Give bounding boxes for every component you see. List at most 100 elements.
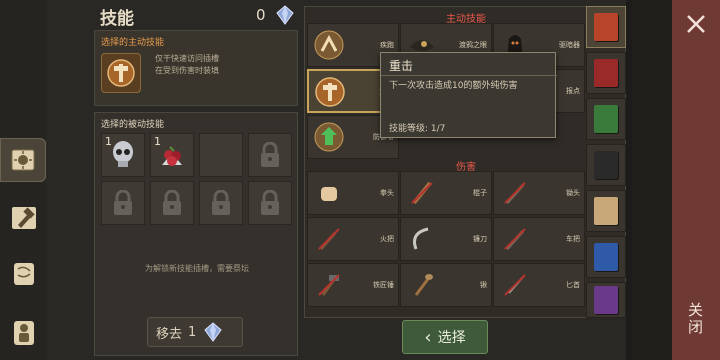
skill-name: 车把	[566, 235, 580, 243]
skill-name: 铁匠锤	[373, 281, 394, 289]
stick-icon	[411, 181, 433, 205]
lock-icon	[114, 190, 132, 215]
lock-icon	[163, 190, 181, 215]
skill-cell[interactable]: 锄头	[493, 171, 585, 215]
fist-icon	[321, 187, 337, 201]
sprint-icon	[314, 30, 344, 60]
category-tab[interactable]	[586, 98, 626, 140]
tooltip-title: 重击	[389, 59, 414, 73]
passive-slot-locked[interactable]	[101, 181, 145, 225]
category-tab[interactable]	[586, 236, 626, 278]
selected-active-description: 仅干快速访问插槽 在受到伤害时装填	[155, 53, 295, 77]
remove-count: 1	[188, 324, 197, 340]
select-button[interactable]: ‹ 选择	[402, 320, 488, 354]
defender-icon	[314, 122, 344, 152]
red-book-icon	[594, 13, 618, 41]
heavy-strike-icon	[315, 77, 345, 107]
tooltip-level: 技能等级: 1/7	[389, 124, 446, 134]
close-icon[interactable]	[684, 12, 708, 36]
category-tab[interactable]	[586, 144, 626, 186]
tab-character[interactable]	[2, 310, 46, 354]
tooltip-description: 下一次攻击造成10的额外纯伤害	[389, 81, 518, 91]
desc-line-2: 在受到伤害时装填	[155, 66, 219, 75]
tooltip-divider	[381, 75, 557, 76]
sickle-icon	[413, 227, 429, 250]
heavy-strike-icon	[107, 59, 135, 87]
desc-line-1: 仅干快速访问插槽	[155, 54, 219, 63]
category-tab[interactable]	[586, 190, 626, 232]
shovel-icon	[414, 274, 433, 296]
tab-crafting[interactable]	[2, 196, 46, 240]
selected-active-header: 选择的主动技能	[101, 38, 165, 48]
skill-name: 棍子	[473, 189, 487, 197]
skull-icon	[113, 141, 133, 167]
lock-icon	[261, 190, 279, 215]
skill-name: 火把	[380, 235, 394, 243]
category-tab[interactable]	[586, 52, 626, 94]
skill-name: 镰刀	[473, 235, 487, 243]
skill-name: 匕首	[566, 281, 580, 289]
torch-icon	[318, 228, 340, 250]
skill-name: 渡鸦之眼	[459, 41, 487, 49]
select-label: 选择	[437, 330, 466, 346]
passive-slot-locked[interactable]	[248, 181, 292, 225]
tab-map[interactable]	[2, 252, 46, 296]
close-panel[interactable]: 关闭	[672, 0, 720, 360]
passive-header: 选择的被动技能	[101, 120, 165, 130]
skill-name: 疾跑	[380, 41, 394, 49]
remove-label: 移去	[156, 326, 183, 342]
slot-count: 1	[105, 135, 112, 148]
passive-slot-locked[interactable]	[248, 133, 292, 177]
skill-name: 驱暗器	[559, 41, 580, 49]
green-book-icon	[594, 105, 618, 133]
chevron-left-icon: ‹	[424, 326, 432, 348]
skill-name: 锄头	[566, 189, 580, 197]
category-tab[interactable]	[586, 282, 626, 318]
remove-button[interactable]: 移去 1	[147, 317, 243, 347]
handle-icon	[504, 228, 526, 250]
category-tabs	[586, 6, 626, 318]
crystal-gem-icon	[276, 5, 294, 25]
mask-book-icon	[594, 151, 618, 179]
passive-slot-empty[interactable]	[199, 133, 243, 177]
lock-icon	[261, 142, 279, 167]
page-title: 技能	[100, 9, 134, 29]
skill-cell[interactable]: 车把	[493, 217, 585, 261]
skill-cell[interactable]: 拳头	[307, 171, 399, 215]
tab-skills[interactable]	[0, 138, 46, 182]
passive-slot[interactable]: 1	[150, 133, 194, 177]
sun-book-icon	[11, 149, 35, 171]
blue-book-icon	[594, 243, 618, 271]
close-label: 关闭	[686, 302, 704, 336]
lock-icon	[212, 190, 230, 215]
skill-cell[interactable]: 火把	[307, 217, 399, 261]
skill-cell[interactable]: 锹	[400, 263, 492, 307]
skill-cell[interactable]: 棍子	[400, 171, 492, 215]
selected-active-slot[interactable]	[101, 53, 141, 93]
selected-active-skill-panel: 选择的主动技能 仅干快速访问插槽 在受到伤害时装填	[94, 30, 298, 106]
purple-book-icon	[594, 286, 618, 314]
skill-name: 拳头	[380, 189, 394, 197]
passive-slot[interactable]: 1	[101, 133, 145, 177]
category-tab[interactable]	[586, 6, 626, 48]
skill-cell[interactable]: 镰刀	[400, 217, 492, 261]
passive-skills-panel: 选择的被动技能 1 1 为解锁新技能插槽，需要祭坛 移去 1	[94, 112, 298, 356]
gem-count: 0	[256, 6, 266, 24]
passive-slot-locked[interactable]	[199, 181, 243, 225]
skill-cell[interactable]: 匕首	[493, 263, 585, 307]
unlock-note: 为解锁新技能插槽，需要祭坛	[145, 264, 249, 273]
hammer-icon	[12, 207, 36, 229]
scroll-icon	[14, 263, 34, 285]
hoe-icon	[504, 182, 526, 204]
divider	[632, 0, 672, 360]
dagger-icon	[504, 274, 526, 296]
character-icon	[14, 321, 34, 345]
smith-hammer-icon	[318, 274, 340, 296]
tan-book-icon	[594, 197, 618, 225]
slot-count: 1	[154, 135, 161, 148]
red-cross-book-icon	[594, 59, 618, 87]
passive-slot-locked[interactable]	[150, 181, 194, 225]
left-tab-strip	[0, 0, 46, 360]
skill-cell[interactable]: 铁匠锤	[307, 263, 399, 307]
skill-tooltip: 重击 下一次攻击造成10的额外纯伤害 技能等级: 1/7	[380, 52, 557, 138]
